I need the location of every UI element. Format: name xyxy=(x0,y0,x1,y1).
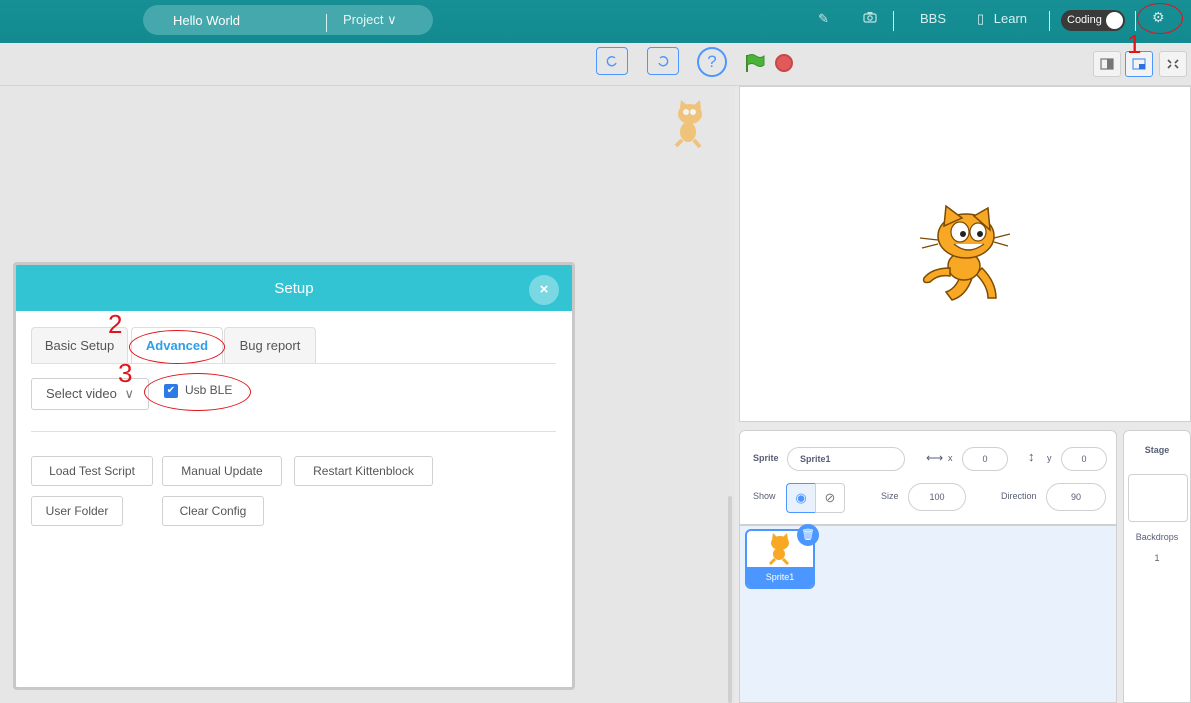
separator xyxy=(893,11,894,31)
y-label: y xyxy=(1047,453,1052,463)
top-menu-bar: Hello World Project ∨ ✎ BBS ▯ Learn Codi… xyxy=(0,0,1191,43)
stage-title: Stage xyxy=(1144,445,1170,455)
show-visible-eye-icon[interactable]: ◉ xyxy=(786,483,816,513)
coding-label: Coding xyxy=(1067,14,1102,26)
redo-button[interactable] xyxy=(647,47,679,75)
modal-title: Setup xyxy=(274,280,314,297)
close-icon[interactable]: × xyxy=(529,275,559,305)
tab-underline xyxy=(31,363,556,364)
sprite-thumbnail-icon xyxy=(672,100,710,151)
setup-modal: Setup × Basic Setup Advanced Bug report … xyxy=(13,262,575,690)
sprite-tile-label: Sprite1 xyxy=(747,567,813,587)
annotation-number-3: 3 xyxy=(118,358,133,388)
small-stage-button[interactable] xyxy=(1093,51,1121,77)
code-scrollbar[interactable] xyxy=(728,496,732,703)
annotation-number-1: 1 xyxy=(1127,29,1142,59)
separator xyxy=(1049,11,1050,31)
modal-header: Setup × xyxy=(16,265,572,311)
bbs-link[interactable]: BBS xyxy=(920,11,946,26)
project-name[interactable]: Hello World xyxy=(173,13,240,28)
learn-label: Learn xyxy=(993,11,1028,26)
project-title-pill: Hello World Project ∨ xyxy=(143,5,433,35)
size-label: Size xyxy=(881,491,899,501)
pill-divider xyxy=(326,14,327,32)
project-menu[interactable]: Project ∨ xyxy=(343,12,397,28)
sprite-info-panel: Sprite Sprite1 ⟷ x 0 ↕ y 0 Show ◉ ⊘ Size… xyxy=(739,430,1117,525)
annotation-ring-2 xyxy=(129,330,225,364)
backdrops-label: Backdrops xyxy=(1135,532,1179,542)
clear-config-button[interactable]: Clear Config xyxy=(162,496,264,526)
toggle-knob xyxy=(1106,12,1123,29)
x-input[interactable]: 0 xyxy=(962,447,1008,471)
y-arrow-icon: ↕ xyxy=(1028,449,1035,464)
direction-input[interactable]: 90 xyxy=(1046,483,1106,511)
show-hidden-eye-icon[interactable]: ⊘ xyxy=(815,483,845,513)
undo-button[interactable] xyxy=(596,47,628,75)
restart-kittenblock-button[interactable]: Restart Kittenblock xyxy=(294,456,433,486)
backdrops-count: 1 xyxy=(1154,553,1160,563)
show-label: Show xyxy=(753,491,776,501)
sprite-name-input[interactable]: Sprite1 xyxy=(787,447,905,471)
load-test-script-button[interactable]: Load Test Script xyxy=(31,456,153,486)
separator xyxy=(1135,11,1136,31)
size-input[interactable]: 100 xyxy=(908,483,966,511)
y-input[interactable]: 0 xyxy=(1061,447,1107,471)
green-flag-icon[interactable] xyxy=(744,53,766,76)
x-arrow-icon: ⟷ xyxy=(926,451,944,465)
x-label: x xyxy=(948,453,953,463)
tab-bug-report[interactable]: Bug report xyxy=(224,327,316,363)
stop-icon[interactable] xyxy=(775,54,793,72)
manual-update-button[interactable]: Manual Update xyxy=(162,456,282,486)
pencil-icon[interactable]: ✎ xyxy=(818,11,829,27)
select-video-label: Select video xyxy=(46,386,117,401)
stage-thumbnail[interactable] xyxy=(1128,474,1188,522)
user-folder-button[interactable]: User Folder xyxy=(31,496,123,526)
coding-toggle[interactable]: Coding xyxy=(1061,10,1125,31)
sprite-tile-cat-icon xyxy=(766,533,794,568)
book-icon: ▯ xyxy=(977,11,985,26)
camera-icon[interactable] xyxy=(863,11,877,26)
sprite-label: Sprite xyxy=(753,453,779,463)
delete-sprite-trash-icon[interactable]: 🗑 xyxy=(797,524,819,546)
annotation-ring-1 xyxy=(1137,3,1183,34)
divider xyxy=(31,431,556,432)
cat-sprite-icon[interactable] xyxy=(918,204,1012,307)
annotation-ring-3 xyxy=(144,373,251,411)
help-icon[interactable]: ? xyxy=(697,47,727,77)
annotation-number-2: 2 xyxy=(108,309,123,339)
fullscreen-icon[interactable] xyxy=(1159,51,1187,77)
stage-selector[interactable]: Stage Backdrops 1 xyxy=(1123,430,1191,703)
direction-label: Direction xyxy=(1001,491,1037,501)
learn-link[interactable]: ▯ Learn xyxy=(977,11,1027,27)
